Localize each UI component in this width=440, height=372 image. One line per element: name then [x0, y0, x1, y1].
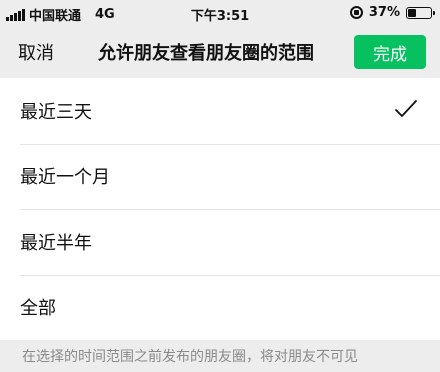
option-label: 最近一个月	[20, 167, 110, 189]
navigation-bar: 取消 允许朋友查看朋友圈的范围 完成	[0, 26, 440, 78]
orientation-lock-icon	[349, 6, 363, 19]
option-all[interactable]: 全部	[0, 274, 440, 341]
cancel-button[interactable]: 取消	[18, 39, 54, 65]
option-last-month[interactable]: 最近一个月	[0, 143, 440, 210]
option-label: 最近半年	[20, 232, 92, 254]
option-last-half-year[interactable]: 最近半年	[0, 209, 440, 275]
status-right: 37%	[349, 5, 435, 20]
battery-percent: 37%	[368, 5, 400, 20]
status-bar: 中国联通 4G 下午3:51 37%	[0, 0, 440, 26]
option-label: 全部	[20, 298, 56, 320]
visibility-range-list: 最近三天 最近一个月 最近半年 全部	[0, 78, 440, 340]
footer-note: 在选择的时间范围之前发布的朋友圈，将对朋友不可见	[22, 349, 358, 365]
option-label: 最近三天	[20, 101, 92, 123]
page-title: 允许朋友查看朋友圈的范围	[98, 43, 314, 64]
checkmark-icon	[395, 100, 417, 117]
battery-icon	[406, 6, 435, 19]
done-button[interactable]: 完成	[354, 35, 426, 69]
option-last-three-days[interactable]: 最近三天	[0, 78, 440, 144]
